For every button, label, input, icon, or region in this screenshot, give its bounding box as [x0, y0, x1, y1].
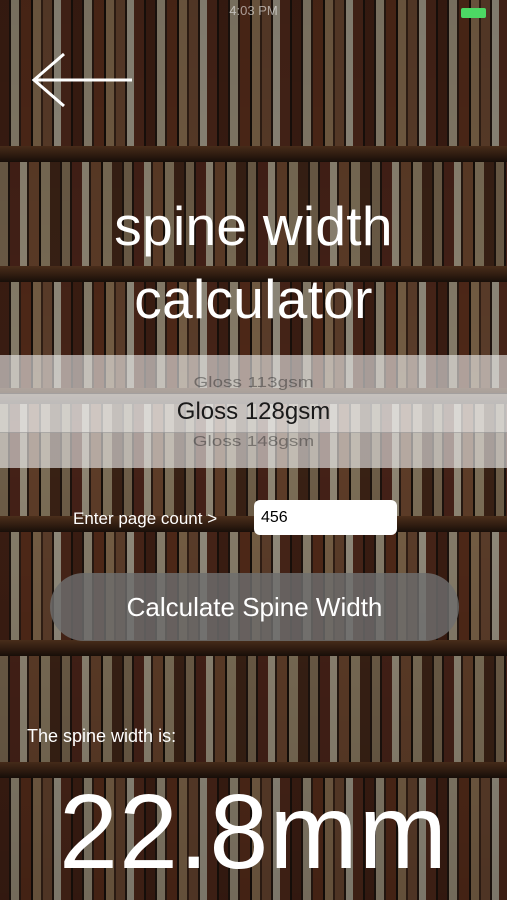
status-time: 4:03 PM — [229, 3, 278, 18]
battery-icon — [461, 8, 486, 18]
result-value: 22.8mm — [59, 773, 448, 891]
page-count-label: Enter page count > — [73, 509, 218, 528]
arrow-left-icon — [31, 52, 132, 108]
picker-option-previous[interactable]: Gloss 113gsm — [0, 374, 507, 391]
back-button[interactable] — [30, 52, 134, 108]
paper-type-picker[interactable]: Gloss 113gsm Gloss 128gsm Gloss 148gsm — [0, 355, 507, 468]
calculate-spine-width-button[interactable]: Calculate Spine Width — [50, 573, 459, 641]
page-title: spine width calculator — [0, 190, 507, 336]
picker-option-next[interactable]: Gloss 148gsm — [0, 433, 507, 450]
page-count-input[interactable] — [254, 500, 397, 535]
title-line-1: spine width — [114, 195, 393, 257]
picker-option-selected[interactable]: Gloss 128gsm — [0, 398, 507, 426]
title-line-2: calculator — [134, 268, 373, 330]
result-label: The spine width is: — [27, 726, 177, 746]
